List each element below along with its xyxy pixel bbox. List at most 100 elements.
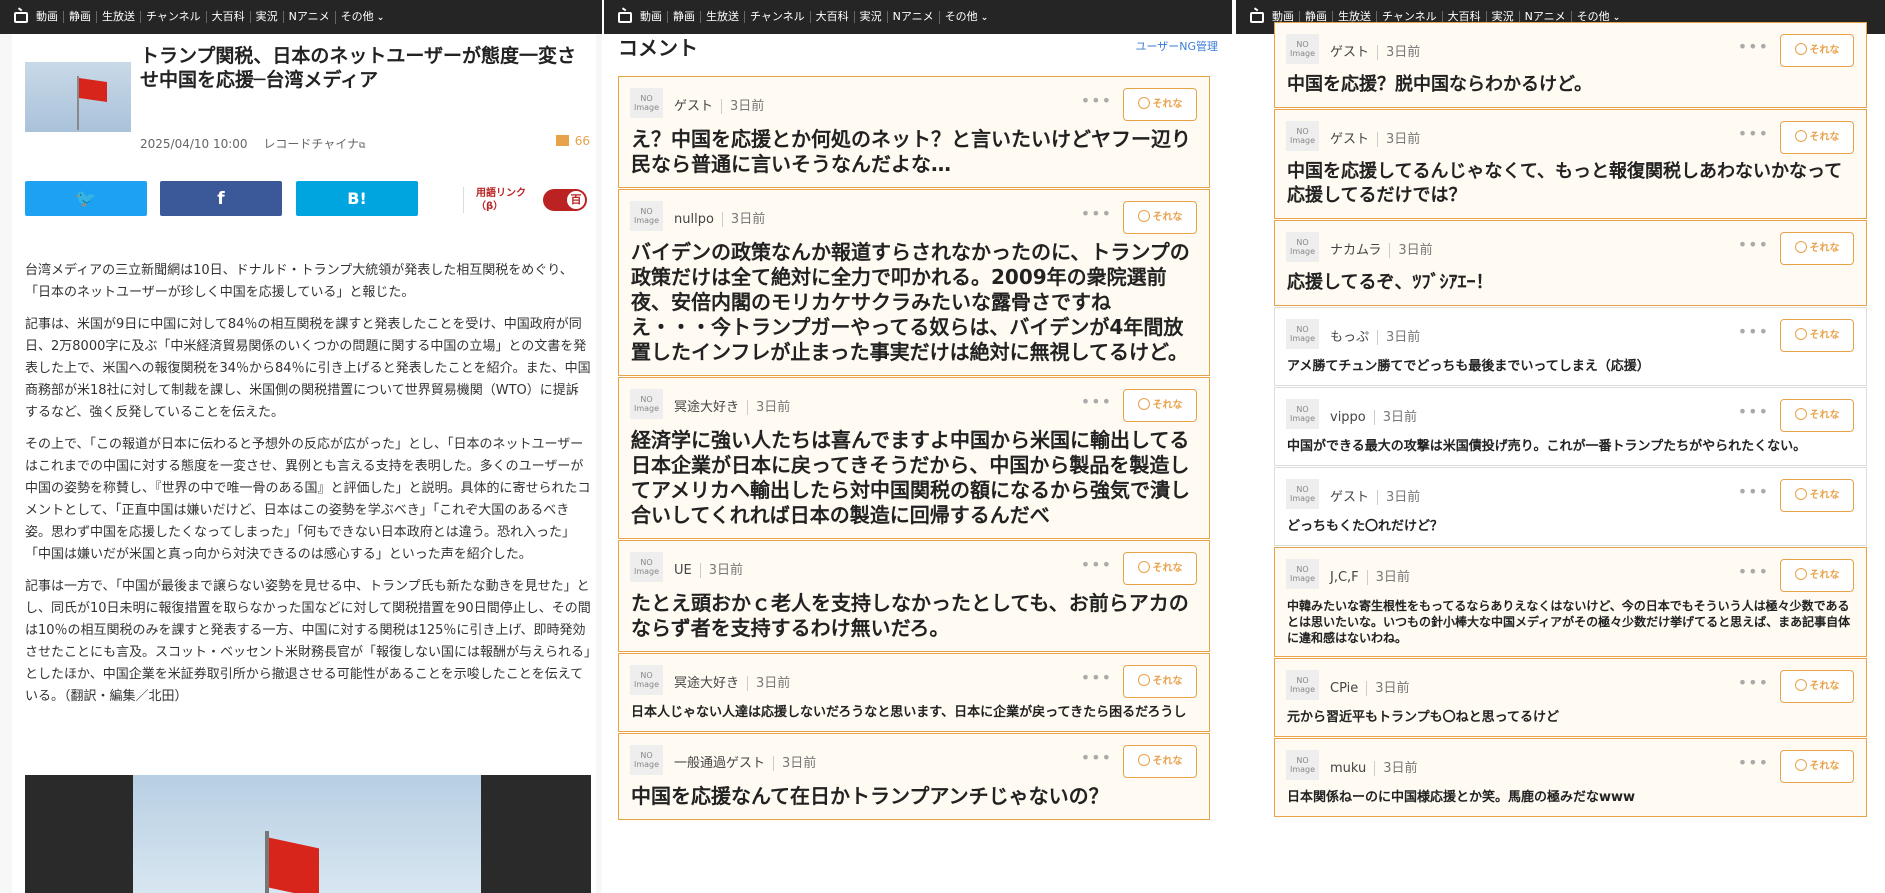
comment-username[interactable]: 冥途大好き 3日前 <box>674 396 791 415</box>
more-options-icon[interactable]: ••• <box>1738 235 1769 254</box>
sorena-button[interactable]: それな <box>1780 319 1854 352</box>
comment-text: 日本関係ねーのに中国様応援とか笑。馬鹿の極みだなwww <box>1287 790 1636 805</box>
comment-list: NO Image ゲスト 3日前 ••• それな 中国を応援？脱中国ならわかるけど。 NO … <box>1274 22 1867 818</box>
sorena-button[interactable]: それな <box>1780 232 1854 265</box>
article-source[interactable]: レコードチャイナ <box>263 137 359 151</box>
smile-icon <box>1137 674 1150 686</box>
article-paragraph: 台湾メディアの三立新聞網は10日、ドナルド・トランプ大統領が発表した相互関税をめ… <box>25 263 573 300</box>
hatena-bookmark-button[interactable]: B! <box>296 181 418 216</box>
comment-item: NO Image UE 3日前 ••• それな たとえ頭おかｃ老人を支持しなかったとしても… <box>618 540 1210 652</box>
more-options-icon[interactable]: ••• <box>1738 322 1769 341</box>
comment-username[interactable]: UE 3日前 <box>674 559 744 578</box>
nav-dic[interactable]: 大百科 <box>809 11 854 23</box>
nav-live[interactable]: 生放送 <box>96 11 140 23</box>
sorena-button[interactable]: それな <box>1123 389 1197 422</box>
comments-panel-right: 動画 静画 生放送 チャンネル 大百科 実況 Nアニメ その他 ⌄ NO Imag… <box>1236 0 1885 893</box>
nav-dic[interactable]: 大百科 <box>205 11 250 23</box>
comment-username[interactable]: J,C,F 3日前 <box>1330 566 1410 585</box>
sorena-button[interactable]: それな <box>1780 750 1854 783</box>
comment-time: 3日前 <box>721 212 766 227</box>
more-options-icon[interactable]: ••• <box>1738 562 1769 581</box>
more-options-icon[interactable]: ••• <box>1738 124 1769 143</box>
sorena-button[interactable]: それな <box>1780 670 1854 703</box>
nav-jikkyo[interactable]: 実況 <box>853 11 887 23</box>
comment-header: NO Image ゲスト 3日前 ••• それな <box>1275 468 1866 514</box>
nav-other[interactable]: その他 ⌄ <box>334 10 390 24</box>
twitter-bird-icon: 🐦 <box>75 188 97 209</box>
comment-item: NO Image ゲスト 3日前 ••• それな え？中国を応援とか何処のネット？と言いた… <box>618 76 1210 188</box>
nav-douga[interactable]: 動画 <box>640 11 667 23</box>
comment-item: NO Image nullpo 3日前 ••• それなバイデンの政策なんか報道すらされな… <box>618 189 1210 376</box>
comment-username[interactable]: もっぷ 3日前 <box>1330 326 1421 345</box>
comment-username[interactable]: 一般通過ゲスト 3日前 <box>674 752 817 771</box>
more-options-icon[interactable]: ••• <box>1738 673 1769 692</box>
comment-username[interactable]: 冥途大好き 3日前 <box>674 672 791 691</box>
comment-username[interactable]: ゲスト 3日前 <box>1330 128 1421 147</box>
more-options-icon[interactable]: ••• <box>1738 753 1769 772</box>
more-options-icon[interactable]: ••• <box>1081 204 1112 223</box>
comment-header: NO Image ゲスト 3日前 ••• それな <box>1275 23 1866 69</box>
smile-icon <box>1794 328 1807 340</box>
more-options-icon[interactable]: ••• <box>1081 555 1112 574</box>
sorena-button[interactable]: それな <box>1780 399 1854 432</box>
user-ng-manage-link[interactable]: ユーザーNG管理 <box>1135 38 1218 54</box>
comment-text: バイデンの政策なんか報道すらされなかったのに、トランプの政策だけは全て絶対に全力… <box>631 240 1190 364</box>
niconico-tv-icon[interactable] <box>14 11 28 23</box>
nav-channel[interactable]: チャンネル <box>744 11 810 23</box>
comment-header: NO Image muku 3日前 ••• それな <box>1275 739 1866 785</box>
sorena-button[interactable]: それな <box>1123 552 1197 585</box>
more-options-icon[interactable]: ••• <box>1738 37 1769 56</box>
nav-seiga[interactable]: 静画 <box>63 11 96 23</box>
comment-username[interactable]: vippo 3日前 <box>1330 406 1418 425</box>
chevron-down-icon: ⌄ <box>376 12 385 23</box>
sorena-button[interactable]: それな <box>1780 479 1854 512</box>
smile-icon <box>1137 210 1150 222</box>
sorena-button[interactable]: それな <box>1780 559 1854 592</box>
smile-icon <box>1794 408 1807 420</box>
facebook-share-button[interactable]: f <box>160 181 282 216</box>
hatena-icon: B! <box>347 189 367 208</box>
comment-item: NO Image J,C,F 3日前 ••• それな中韓みたいな寄生根性をもってるならあ… <box>1274 547 1867 657</box>
more-options-icon[interactable]: ••• <box>1738 482 1769 501</box>
avatar: NO Image <box>630 201 663 231</box>
comment-count[interactable]: 66 <box>555 134 590 148</box>
comment-time: 3日前 <box>699 563 744 578</box>
more-options-icon[interactable]: ••• <box>1081 392 1112 411</box>
nav-other[interactable]: その他 ⌄ <box>938 10 994 24</box>
nav-jikkyo[interactable]: 実況 <box>249 11 283 23</box>
niconico-tv-icon[interactable] <box>1250 11 1264 23</box>
comment-text: 中韓みたいな寄生根性をもってるならありえなくはないけど、今の日本でもそういう人は… <box>1287 599 1851 645</box>
sorena-button[interactable]: それな <box>1780 34 1854 67</box>
comment-username[interactable]: ゲスト 3日前 <box>674 95 765 114</box>
niconico-tv-icon[interactable] <box>618 11 632 23</box>
comment-username[interactable]: ナカムラ 3日前 <box>1330 239 1433 258</box>
twitter-share-button[interactable]: 🐦 <box>25 181 147 216</box>
sorena-button[interactable]: それな <box>1123 88 1197 121</box>
sorena-button[interactable]: それな <box>1123 665 1197 698</box>
nav-live[interactable]: 生放送 <box>700 11 744 23</box>
sorena-button[interactable]: それな <box>1780 121 1854 154</box>
comment-username[interactable]: ゲスト 3日前 <box>1330 41 1421 60</box>
comment-username[interactable]: muku 3日前 <box>1330 757 1418 776</box>
smile-icon <box>1137 398 1150 410</box>
avatar: NO Image <box>1286 750 1319 780</box>
more-options-icon[interactable]: ••• <box>1081 748 1112 767</box>
nav-seiga[interactable]: 静画 <box>667 11 700 23</box>
nav-channel[interactable]: チャンネル <box>140 11 206 23</box>
article-date: 2025/04/10 10:00 <box>140 137 248 151</box>
nav-anime[interactable]: Nアニメ <box>886 11 939 23</box>
nav-anime[interactable]: Nアニメ <box>282 11 335 23</box>
comment-username[interactable]: ゲスト 3日前 <box>1330 486 1421 505</box>
nav-douga[interactable]: 動画 <box>36 11 63 23</box>
glossary-toggle[interactable]: 百 <box>543 189 587 211</box>
sorena-button[interactable]: それな <box>1123 201 1197 234</box>
comment-username[interactable]: nullpo 3日前 <box>674 208 766 227</box>
sorena-button[interactable]: それな <box>1123 745 1197 778</box>
avatar: NO Image <box>1286 559 1319 589</box>
comment-time: 3日前 <box>1366 570 1410 585</box>
more-options-icon[interactable]: ••• <box>1738 402 1769 421</box>
avatar: NO Image <box>630 389 663 419</box>
comment-username[interactable]: CPie 3日前 <box>1330 677 1410 696</box>
more-options-icon[interactable]: ••• <box>1081 91 1112 110</box>
more-options-icon[interactable]: ••• <box>1081 668 1112 687</box>
